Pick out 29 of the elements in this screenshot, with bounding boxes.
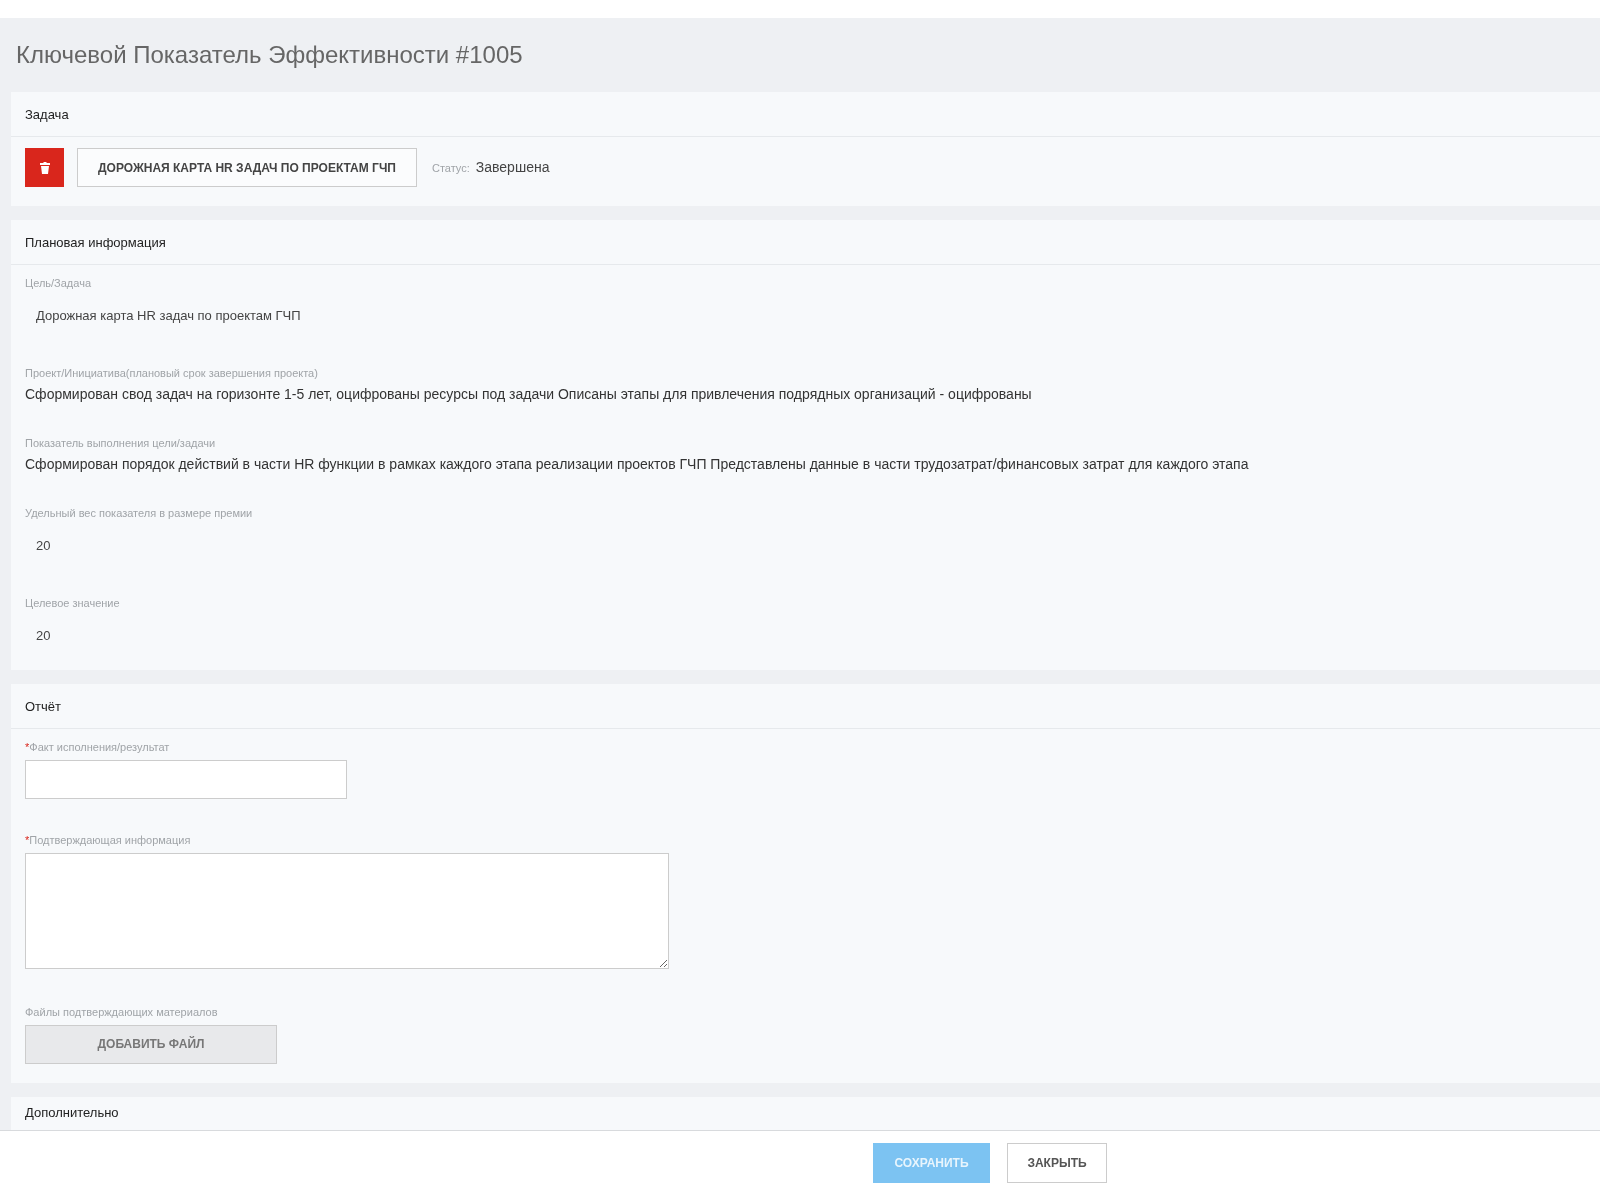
- add-file-button[interactable]: ДОБАВИТЬ ФАЙЛ: [25, 1024, 277, 1064]
- section-heading: Плановая информация: [25, 235, 166, 250]
- field-label: Факт исполнения/результат: [29, 740, 170, 755]
- required-mark: *: [25, 740, 30, 755]
- field-label: Цель/Задача: [25, 276, 91, 291]
- field-value: Сформирован свод задач на горизонте 1-5 лет, оцифрованы ресурсы под задачи Описаны этапы для привлечения подрядных организаций - оцифрованы: [25, 384, 1033, 404]
- field-label: Целевое значение: [25, 596, 120, 611]
- field-label: Файлы подтверждающих материалов: [25, 1005, 218, 1020]
- required-mark: *: [25, 833, 30, 848]
- task-link-button[interactable]: ДОРОЖНАЯ КАРТА HR ЗАДАЧ ПО ПРОЕКТАМ ГЧП: [77, 148, 417, 187]
- info-textarea[interactable]: [25, 852, 669, 969]
- delete-button[interactable]: [25, 148, 64, 187]
- field-label: Показатель выполнения цели/задачи: [25, 436, 216, 451]
- section-heading: Дополнительно: [25, 1105, 119, 1120]
- field-value: Сформирован порядок действий в части HR функции в рамках каждого этапа реализации проектов ГЧП Представлены данные в части трудозатрат/финансовых затрат для каждого этапа: [25, 454, 1250, 474]
- field-label: Удельный вес показателя в размере премии: [25, 506, 253, 521]
- trash-icon: [39, 161, 50, 174]
- field-label: Проект/Инициатива(плановый срок завершения проекта): [25, 366, 318, 381]
- field-label: Подтверждающая информация: [29, 833, 191, 848]
- section-heading: Отчёт: [25, 699, 62, 714]
- field-value: 20: [35, 626, 52, 645]
- field-value: Дорожная карта HR задач по проектам ГЧП: [35, 306, 302, 325]
- result-input[interactable]: [25, 759, 347, 799]
- status-label: Статус:: [431, 161, 470, 176]
- status-value: Завершена: [475, 158, 550, 177]
- field-value: 20: [35, 536, 52, 555]
- page-title: Ключевой Показатель Эффективности #1005: [16, 40, 523, 70]
- section-heading: Задача: [25, 107, 69, 122]
- close-button[interactable]: ЗАКРЫТЬ: [1007, 1143, 1107, 1183]
